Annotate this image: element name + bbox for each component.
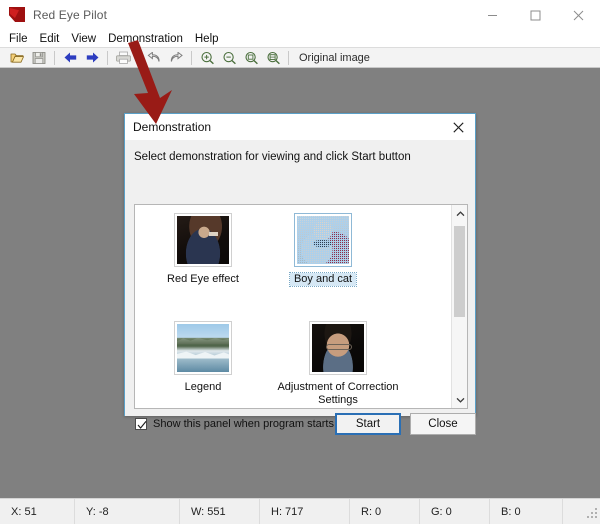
toolbar-separator: [107, 51, 108, 65]
status-h: H: 717: [260, 499, 350, 524]
list-item[interactable]: Boy and cat: [263, 213, 383, 286]
thumbnail: [174, 321, 232, 375]
application-window: Red Eye Pilot File Edit View Demonstrati…: [0, 0, 600, 524]
list-item-label: Adjustment of Correction Settings: [263, 381, 413, 406]
undo-icon[interactable]: [143, 48, 165, 68]
status-b: B: 0: [490, 499, 563, 524]
chevron-down-icon[interactable]: [452, 391, 468, 408]
window-controls: [471, 0, 600, 30]
list-item[interactable]: Red Eye effect: [143, 213, 263, 286]
redo-icon[interactable]: [165, 48, 187, 68]
menu-bar: File Edit View Demonstration Help: [0, 30, 600, 47]
list-item[interactable]: Adjustment of Correction Settings: [263, 321, 413, 406]
status-y: Y: -8: [75, 499, 180, 524]
zoom-out-icon[interactable]: [218, 48, 240, 68]
minimize-button[interactable]: [471, 0, 514, 30]
toolbar-separator: [138, 51, 139, 65]
scrollbar-thumb[interactable]: [454, 226, 465, 317]
title-bar: Red Eye Pilot: [0, 0, 600, 31]
list-item[interactable]: Legend: [143, 321, 263, 394]
app-logo-icon: [9, 7, 25, 23]
dialog-prompt: Select demonstration for viewing and cli…: [125, 140, 475, 163]
status-g: G: 0: [420, 499, 490, 524]
status-bar: X: 51 Y: -8 W: 551 H: 717 R: 0 G: 0 B: 0: [0, 498, 600, 524]
save-icon[interactable]: [28, 48, 50, 68]
back-arrow-icon[interactable]: [59, 48, 81, 68]
toolbar: Original image: [0, 47, 600, 68]
list-item-label: Boy and cat: [290, 273, 356, 286]
toolbar-separator: [288, 51, 289, 65]
print-icon[interactable]: [112, 48, 134, 68]
demonstration-items: Red Eye effect Boy and cat Legend: [135, 205, 451, 408]
menu-view[interactable]: View: [71, 33, 103, 45]
menu-edit[interactable]: Edit: [40, 33, 67, 45]
status-r: R: 0: [350, 499, 420, 524]
show-panel-checkbox-row[interactable]: Show this panel when program starts: [135, 418, 334, 430]
status-x: X: 51: [0, 499, 75, 524]
zoom-in-icon[interactable]: [196, 48, 218, 68]
toolbar-separator: [191, 51, 192, 65]
window-title: Red Eye Pilot: [33, 8, 107, 22]
scrollbar-track[interactable]: [452, 222, 468, 391]
demonstration-list[interactable]: Red Eye effect Boy and cat Legend: [134, 204, 468, 409]
open-icon[interactable]: [6, 48, 28, 68]
forward-arrow-icon[interactable]: [81, 48, 103, 68]
show-panel-checkbox[interactable]: [135, 418, 147, 430]
status-spacer: [563, 499, 600, 524]
menu-help[interactable]: Help: [195, 33, 226, 45]
status-w: W: 551: [180, 499, 260, 524]
chevron-up-icon[interactable]: [452, 205, 468, 222]
toolbar-separator: [54, 51, 55, 65]
thumbnail: [174, 213, 232, 267]
original-image-button[interactable]: Original image: [293, 52, 376, 64]
thumbnail: [309, 321, 367, 375]
dialog-body: Select demonstration for viewing and cli…: [125, 140, 475, 416]
menu-file[interactable]: File: [9, 33, 35, 45]
dialog-close-icon[interactable]: [441, 115, 475, 140]
dialog-title: Demonstration: [133, 120, 211, 134]
dialog-close-button[interactable]: Close: [410, 413, 476, 435]
menu-demonstration[interactable]: Demonstration: [108, 33, 190, 45]
zoom-fit-icon[interactable]: [240, 48, 262, 68]
close-button[interactable]: [557, 0, 600, 30]
list-scrollbar[interactable]: [451, 205, 467, 408]
show-panel-checkbox-label: Show this panel when program starts: [153, 418, 334, 430]
thumbnail: [294, 213, 352, 267]
zoom-actual-icon[interactable]: [262, 48, 284, 68]
maximize-button[interactable]: [514, 0, 557, 30]
resize-grip-icon[interactable]: [585, 506, 597, 518]
dialog-title-bar: Demonstration: [125, 114, 475, 140]
list-item-label: Legend: [143, 381, 263, 394]
list-item-label: Red Eye effect: [143, 273, 263, 286]
start-button[interactable]: Start: [335, 413, 401, 435]
demonstration-dialog: Demonstration Select demonstration for v…: [124, 113, 476, 416]
